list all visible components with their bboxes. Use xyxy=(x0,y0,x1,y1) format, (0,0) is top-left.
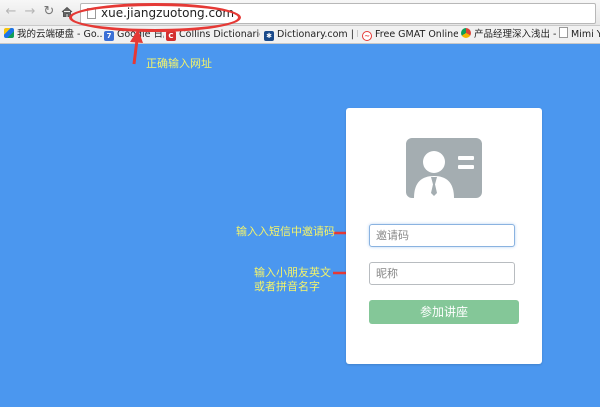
url-arrow-icon xyxy=(132,39,139,65)
login-card: 参加讲座 xyxy=(346,108,542,364)
nickname-annotation-line1: 输入小朋友英文 xyxy=(254,266,331,279)
invite-annotation: 输入入短信中邀请码 xyxy=(236,225,335,238)
nickname-annotation-line2: 或者拼音名字 xyxy=(254,280,320,293)
user-avatar-icon xyxy=(406,138,482,198)
nickname-input[interactable] xyxy=(369,262,515,285)
url-annotation: 正确输入网址 xyxy=(146,57,212,70)
join-lecture-button[interactable]: 参加讲座 xyxy=(369,300,519,324)
invite-code-input[interactable] xyxy=(369,224,515,247)
url-arrowhead-icon xyxy=(130,29,143,43)
